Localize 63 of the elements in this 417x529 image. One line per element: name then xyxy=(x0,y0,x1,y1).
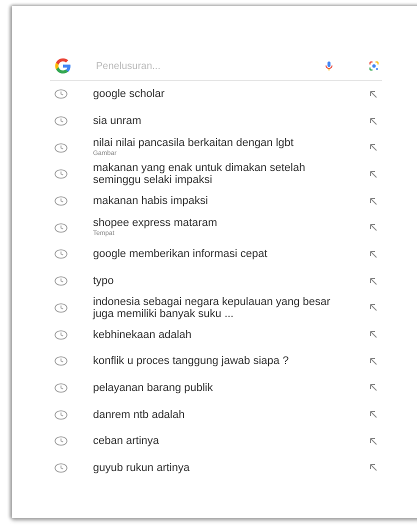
arrow-up-left-icon[interactable] xyxy=(369,330,378,340)
clock-icon xyxy=(54,330,68,340)
arrow-up-left-icon[interactable] xyxy=(369,410,378,420)
clock-icon xyxy=(54,410,68,420)
clock-icon xyxy=(54,142,68,153)
history-text: danrem ntb adalah xyxy=(93,408,186,421)
history-item[interactable]: indonesia sebagai negara kepulauan yang besar juga memiliki banyak suku ... xyxy=(50,294,382,322)
clock-icon xyxy=(54,462,68,473)
clock-icon xyxy=(54,196,68,206)
search-bar[interactable]: Penelusuran... xyxy=(50,54,382,81)
history-item[interactable]: google memberikan informasi cepat xyxy=(50,241,382,268)
history-text: makanan yang enak untuk dimakan setelah seminggu selaki impaksi xyxy=(93,162,306,186)
camera-lens-icon[interactable] xyxy=(368,60,380,72)
arrow-up-left-icon[interactable] xyxy=(369,276,378,286)
history-text: typo xyxy=(93,275,115,288)
clock-icon xyxy=(54,116,68,126)
arrow-up-left-icon[interactable] xyxy=(369,303,378,312)
arrow-up-left-icon[interactable] xyxy=(369,170,378,179)
history-item[interactable]: makanan habis impaksi xyxy=(50,188,382,214)
history-item[interactable]: typo xyxy=(50,268,382,294)
history-text: ceban artinya xyxy=(93,435,160,448)
arrow-up-left-icon[interactable] xyxy=(369,356,378,366)
history-item[interactable]: makanan yang enak untuk dimakan setelah seminggu selaki impaksi xyxy=(50,161,382,188)
clock-icon xyxy=(54,356,68,366)
history-text: sia unram xyxy=(93,115,142,128)
history-text: google memberikan informasi cepat xyxy=(93,248,268,260)
microphone-icon[interactable] xyxy=(323,60,335,72)
history-item[interactable]: danrem ntb adalah xyxy=(50,401,382,428)
history-text: guyub rukun artinya xyxy=(93,462,191,474)
arrow-up-left-icon[interactable] xyxy=(369,463,378,472)
search-field[interactable]: Penelusuran... xyxy=(96,60,323,72)
history-text: pelayanan barang publik xyxy=(93,382,214,394)
history-text: google scholar xyxy=(93,88,166,100)
clock-icon xyxy=(54,222,68,233)
google-logo-icon xyxy=(54,57,72,75)
history-item[interactable]: google scholar xyxy=(50,81,382,108)
clock-icon xyxy=(54,89,68,100)
history-item[interactable]: pelayanan barang publik xyxy=(50,374,382,402)
arrow-up-left-icon[interactable] xyxy=(369,223,378,232)
clock-icon xyxy=(54,249,68,260)
history-text: shopee express mataram xyxy=(93,217,218,230)
history-item[interactable]: kebhinekaan adalah xyxy=(50,321,382,348)
clock-icon xyxy=(54,169,68,180)
history-item[interactable]: guyub rukun artinya xyxy=(50,454,382,482)
history-item[interactable]: ceban artinya xyxy=(50,428,382,455)
clock-icon xyxy=(54,302,68,313)
history-text: makanan habis impaksi xyxy=(93,195,209,208)
history-item[interactable]: konflik u proces tanggung jawab siapa ? xyxy=(50,348,382,375)
history-text: konflik u proces tanggung jawab siapa ? xyxy=(93,355,290,368)
history-text: kebhinekaan adalah xyxy=(93,328,192,341)
arrow-up-left-icon[interactable] xyxy=(369,250,378,259)
clock-icon xyxy=(54,276,68,286)
arrow-up-left-icon[interactable] xyxy=(369,383,378,392)
clock-icon xyxy=(54,382,68,393)
history-text: indonesia sebagai negara kepulauan yang besar juga memiliki banyak suku ... xyxy=(93,296,332,320)
clock-icon xyxy=(54,436,68,446)
history-item[interactable]: sia unram xyxy=(50,108,382,134)
arrow-up-left-icon[interactable] xyxy=(369,90,378,99)
arrow-up-left-icon[interactable] xyxy=(369,196,378,206)
arrow-up-left-icon[interactable] xyxy=(369,143,378,152)
arrow-up-left-icon[interactable] xyxy=(369,116,378,126)
arrow-up-left-icon[interactable] xyxy=(369,436,378,446)
history-text: nilai nilai pancasila berkaitan dengan lgbt xyxy=(93,137,295,150)
